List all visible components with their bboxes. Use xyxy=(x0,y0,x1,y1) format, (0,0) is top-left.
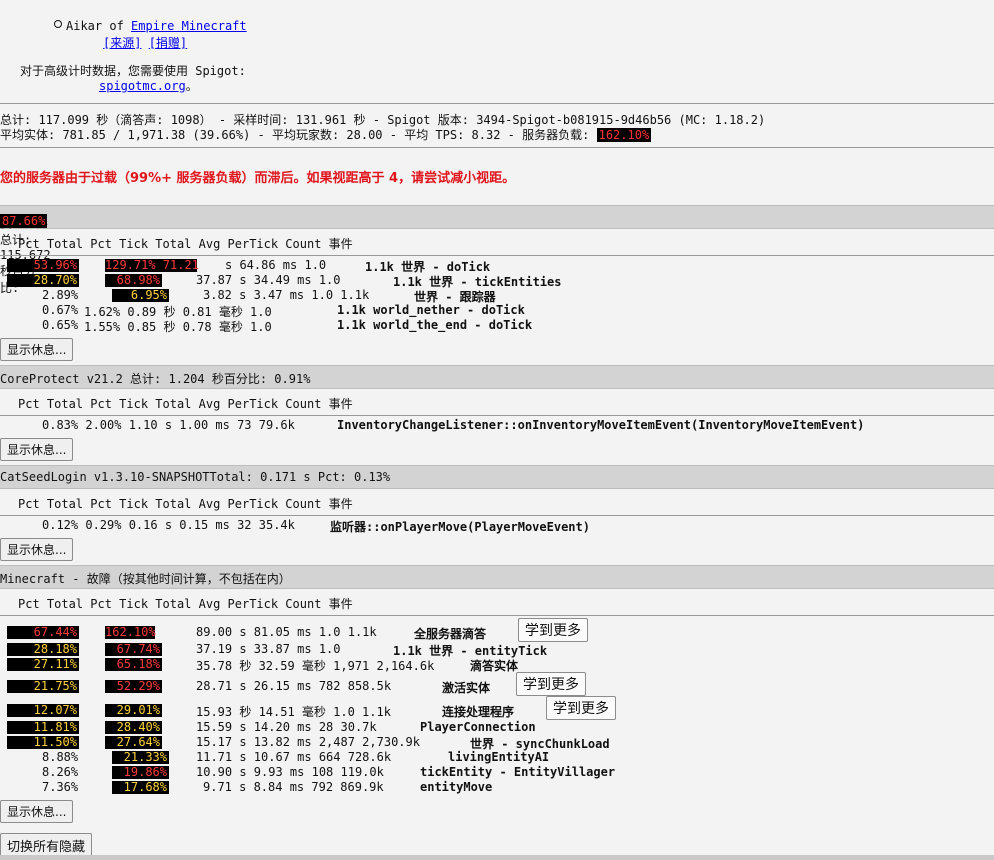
divider xyxy=(0,255,994,256)
section-header-minecraft: 我的世界总计: 115.672 秒百分比: 87.66% xyxy=(0,205,994,295)
timing-cell: 28.71 s 26.15 ms 782 858.5k xyxy=(196,679,392,693)
pct-tick-cell: 162.10% xyxy=(105,625,156,639)
server-load-value: 162.10% xyxy=(596,128,652,142)
pct-tick-cell: 17.68% xyxy=(112,781,169,794)
learn-more-button[interactable]: 学到更多 xyxy=(518,618,588,642)
event-name: 监听器::onPlayerMove(PlayerMoveEvent) xyxy=(330,520,590,534)
pct-tick-cell: 129.71% 71.21 xyxy=(105,258,199,272)
divider xyxy=(0,147,994,148)
pct-tick-cell: 1.55% 0.85 秒 0.78 毫秒 1.0 xyxy=(84,320,272,334)
show-rest-button[interactable]: 显示休息... xyxy=(0,538,74,561)
event-name: 1.1k world_nether - doTick xyxy=(337,303,525,317)
summary-line-2: 平均实体: 781.85 / 1,971.38 (39.66%) - 平均玩家数… xyxy=(0,128,652,142)
timing-cell: 10.90 s 9.93 ms 108 119.0k xyxy=(196,765,384,779)
pct-tick-cell: 65.18% xyxy=(105,658,162,671)
source-link[interactable]: [来源] xyxy=(103,36,141,50)
pct-tick-cell: 52.29% xyxy=(105,680,162,693)
donate-link[interactable]: [捐赠] xyxy=(149,36,187,50)
learn-more-button[interactable]: 学到更多 xyxy=(546,696,616,720)
section-pct-value: 87.66% xyxy=(0,214,48,228)
pct-total-cell: 8.26% xyxy=(42,765,79,779)
pct-total-cell: 67.44% xyxy=(7,626,79,639)
pct-tick-cell: 27.64% xyxy=(105,736,162,749)
pct-total-cell: 28.18% xyxy=(7,643,79,656)
timing-cell: 0.83% 2.00% 1.10 s 1.00 ms 73 79.6k xyxy=(42,418,295,432)
pct-total-cell: 21.75% xyxy=(7,680,79,693)
pct-total-cell: 28.70% xyxy=(7,274,79,287)
pct-tick-cell: 28.40% xyxy=(105,721,162,734)
divider xyxy=(0,855,994,860)
pct-total-cell: 27.11% xyxy=(7,658,79,671)
pct-total-cell: 0.67% xyxy=(42,303,79,317)
event-name: 全服务器滴答 xyxy=(414,627,487,641)
pct-tick-cell: 29.01% xyxy=(105,704,162,717)
pct-total-cell: 8.88% xyxy=(42,750,79,764)
bullet-icon xyxy=(54,20,62,28)
pct-tick-cell: 67.74% xyxy=(105,643,162,656)
learn-more-button[interactable]: 学到更多 xyxy=(516,672,586,696)
divider xyxy=(0,415,994,416)
event-name: entityMove xyxy=(420,780,493,794)
event-name: 1.1k world_the_end - doTick xyxy=(337,318,533,332)
timing-cell: s 64.86 ms 1.0 xyxy=(225,258,327,272)
pct-total-cell: 11.50% xyxy=(7,736,79,749)
author-link[interactable]: Empire Minecraft xyxy=(131,19,247,33)
pct-total-cell: 53.96% xyxy=(7,259,79,272)
event-name: 连接处理程序 xyxy=(442,705,515,719)
event-name: PlayerConnection xyxy=(420,720,536,734)
pct-total-cell: 2.89% xyxy=(42,288,79,302)
source-donate-links: [来源] [捐赠] xyxy=(103,34,187,51)
column-header: Pct Total Pct Tick Total Avg PerTick Cou… xyxy=(18,237,353,251)
pct-tick-cell: 19.86% xyxy=(112,766,169,779)
pct-total-cell: 0.65% xyxy=(42,318,79,332)
spigot-link-line: spigotmc.org。 xyxy=(99,79,198,93)
event-name: InventoryChangeListener::onInventoryMove… xyxy=(337,418,865,432)
pct-tick-cell: 68.98% xyxy=(105,274,162,287)
timing-cell: 37.19 s 33.87 ms 1.0 xyxy=(196,642,341,656)
overload-warning: 您的服务器由于过载（99%+ 服务器负载）而滞后。如果视距高于 4，请尝试减小视… xyxy=(0,171,516,186)
show-rest-button[interactable]: 显示休息... xyxy=(0,338,74,361)
pct-tick-cell: 6.95% xyxy=(112,289,169,302)
timing-cell: 89.00 s 81.05 ms 1.0 1.1k xyxy=(196,625,377,639)
section-header-breakdown: Minecraft - 故障（按其他时间计算，不包括在内） xyxy=(0,565,994,589)
section-header-catseedlogin: CatSeedLogin v1.3.10-SNAPSHOTTotal: 0.17… xyxy=(0,465,994,489)
column-header: Pct Total Pct Tick Total Avg PerTick Cou… xyxy=(18,397,353,411)
timing-cell: 15.59 s 14.20 ms 28 30.7k xyxy=(196,720,377,734)
show-rest-button[interactable]: 显示休息... xyxy=(0,438,74,461)
timing-cell: 15.93 秒 14.51 毫秒 1.0 1.1k xyxy=(196,705,391,719)
column-header: Pct Total Pct Tick Total Avg PerTick Cou… xyxy=(18,597,353,611)
divider xyxy=(0,515,994,516)
timing-cell: 15.17 s 13.82 ms 2,487 2,730.9k xyxy=(196,735,420,749)
show-rest-button[interactable]: 显示休息... xyxy=(0,800,74,823)
pct-total-cell: 7.36% xyxy=(42,780,79,794)
timing-cell: 0.12% 0.29% 0.16 s 0.15 ms 32 35.4k xyxy=(42,518,295,532)
divider xyxy=(0,615,994,616)
timing-cell: 9.71 s 8.84 ms 792 869.9k xyxy=(203,780,384,794)
timing-cell: 35.78 秒 32.59 毫秒 1,971 2,164.6k xyxy=(196,659,435,673)
pct-tick-cell: 21.33% xyxy=(112,751,169,764)
divider xyxy=(0,103,994,104)
column-header: Pct Total Pct Tick Total Avg PerTick Cou… xyxy=(18,497,353,511)
spigot-link[interactable]: spigotmc.org xyxy=(99,79,186,93)
section-header-coreprotect: CoreProtect v21.2 总计: 1.204 秒百分比: 0.91% xyxy=(0,365,994,389)
event-name: tickEntity - EntityVillager xyxy=(420,765,616,779)
event-name: 激活实体 xyxy=(442,681,491,695)
pct-total-cell: 12.07% xyxy=(7,704,79,717)
timing-cell: 3.82 s 3.47 ms 1.0 1.1k xyxy=(203,288,370,302)
event-name: 滴答实体 xyxy=(470,659,519,673)
author-credit: Aikar of Empire Minecraft xyxy=(54,19,247,33)
pct-total-cell: 11.81% xyxy=(7,721,79,734)
timing-cell: 37.87 s 34.49 ms 1.0 xyxy=(196,273,341,287)
event-name: livingEntityAI xyxy=(448,750,550,764)
timing-cell: 11.71 s 10.67 ms 664 728.6k xyxy=(196,750,392,764)
